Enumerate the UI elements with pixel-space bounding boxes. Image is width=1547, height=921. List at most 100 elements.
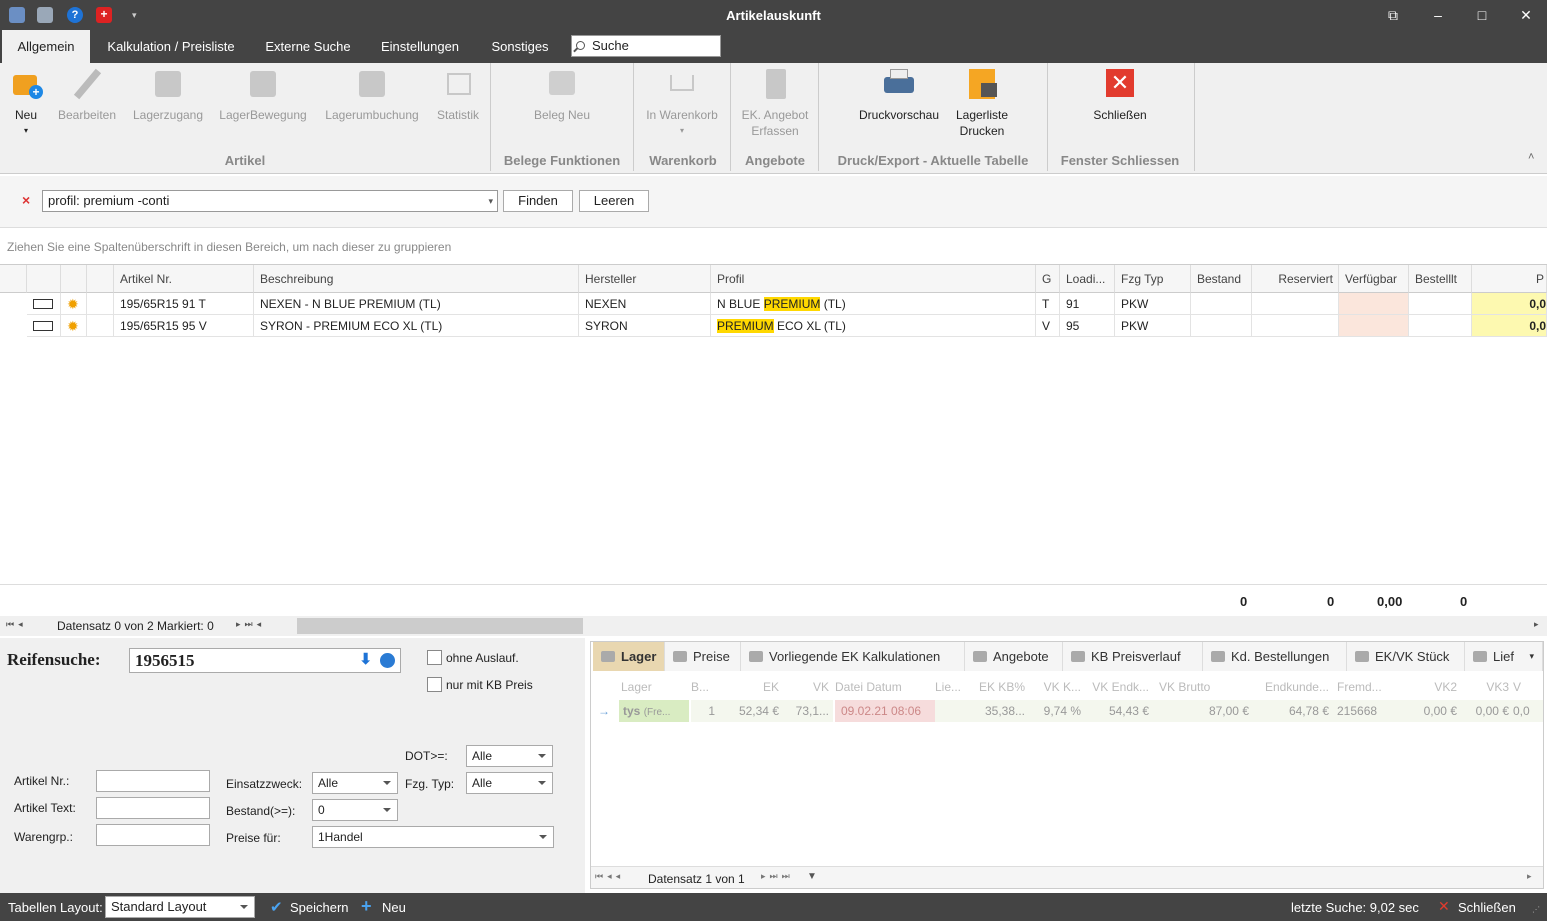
col-verfuegbar[interactable]: Verfügbar (1339, 265, 1409, 293)
lagerzugang-button[interactable]: Lagerzugang (128, 67, 208, 123)
nur-kb-preis-checkbox[interactable] (427, 677, 442, 692)
article-grid: Artikel Nr. Beschreibung Hersteller Prof… (0, 264, 1547, 584)
reifensuche-input[interactable]: 1956515 ⬇ (129, 648, 401, 673)
tab-ek-kalkulationen[interactable]: Vorliegende EK Kalkulationen (741, 642, 965, 671)
einsatzzweck-select[interactable]: Alle (312, 772, 398, 794)
col-fzg-typ[interactable]: Fzg Typ (1115, 265, 1191, 293)
dot-select[interactable]: Alle (466, 745, 553, 767)
clear-filter-icon[interactable]: × (22, 192, 30, 208)
fzg-typ-select[interactable]: Alle (466, 772, 553, 794)
subcol-b[interactable]: B... (691, 674, 719, 700)
lagerliste-drucken-button[interactable]: Lagerliste Drucken (944, 67, 1020, 139)
col-load[interactable]: Loadi... (1060, 265, 1115, 293)
tab-angebote[interactable]: Angebote (965, 642, 1063, 671)
subcol-datum[interactable]: Datei Datum (835, 674, 935, 700)
speichern-button[interactable]: Speichern (290, 900, 349, 915)
tab-lief[interactable]: Lief ▾ (1465, 642, 1543, 671)
subcol-vk[interactable]: VK (783, 674, 833, 700)
subcol-endkunde[interactable]: Endkunde... (1253, 674, 1333, 700)
globe-icon[interactable] (380, 653, 395, 668)
in-warenkorb-button[interactable]: In Warenkorb ▾ (638, 67, 726, 139)
tab-externe-suche[interactable]: Externe Suche (256, 30, 360, 63)
schliessen-button[interactable]: ✕ Schließen (1086, 67, 1154, 123)
tab-ek-vk-stueck[interactable]: EK/VK Stück (1347, 642, 1465, 671)
filter-icon[interactable]: ▼ (807, 871, 817, 882)
nav-first-prev-icons[interactable]: ⏮◂ (6, 619, 27, 630)
scroll-right-icon[interactable]: ▸ (1527, 871, 1532, 882)
subcol-lager[interactable]: Lager (621, 674, 689, 700)
subcol-v[interactable]: V (1513, 674, 1543, 700)
statistik-button[interactable]: Statistik (432, 67, 484, 123)
neu-layout-button[interactable]: Neu (382, 900, 406, 915)
col-beschreibung[interactable]: Beschreibung (254, 265, 579, 293)
tab-kb-preisverlauf[interactable]: KB Preisverlauf (1063, 642, 1203, 671)
filter-dropdown-icon[interactable]: ▾ (488, 191, 493, 211)
arrow-down-icon[interactable]: ⬇ (359, 649, 372, 672)
ribbon-search-input[interactable]: Suche (571, 35, 721, 57)
nav-next-last-icons[interactable]: ▸⏭◂ (236, 619, 265, 630)
restore-layout-icon[interactable]: ⧉ (1378, 4, 1408, 26)
artikel-nr-input[interactable] (96, 770, 210, 792)
tab-preise[interactable]: Preise (665, 642, 741, 671)
tab-sonstiges[interactable]: Sonstiges (480, 30, 560, 63)
row-checkbox[interactable] (27, 293, 61, 315)
tab-allgemein[interactable]: Allgemein (2, 30, 90, 63)
warengrp-input[interactable] (96, 824, 210, 846)
tab-overflow-icon[interactable]: ▾ (1529, 642, 1534, 671)
chart-icon (1071, 651, 1085, 662)
col-bestellt[interactable]: Bestelllt (1409, 265, 1472, 293)
close-window-button[interactable]: ✕ (1511, 4, 1541, 26)
col-g[interactable]: G (1036, 265, 1060, 293)
lagerbewegung-button[interactable]: LagerBewegung (214, 67, 312, 123)
tab-kalkulation[interactable]: Kalkulation / Preisliste (96, 30, 246, 63)
col-preis[interactable]: P (1472, 265, 1547, 293)
artikel-text-input[interactable] (96, 797, 210, 819)
subcol-fremd[interactable]: Fremd... (1333, 674, 1411, 700)
resize-grip-icon[interactable]: ⋰ (1532, 905, 1540, 914)
subcol-vkk[interactable]: VK K... (1029, 674, 1085, 700)
neu-button[interactable]: + Neu ▾ (6, 67, 46, 139)
cell-profil: PREMIUM ECO XL (TL) (711, 315, 1036, 337)
subcol-ek[interactable]: EK (719, 674, 783, 700)
grid-navigator: ⏮◂ Datensatz 0 von 2 Markiert: 0 ▸⏭◂ ▸ (0, 616, 1547, 636)
schliessen-status-button[interactable]: Schließen (1458, 900, 1516, 915)
subcol-vk2[interactable]: VK2 (1411, 674, 1461, 700)
row-checkbox[interactable] (27, 315, 61, 337)
beleg-neu-button[interactable]: Beleg Neu (524, 67, 600, 123)
tab-einstellungen[interactable]: Einstellungen (372, 30, 468, 63)
ohne-auslauf-checkbox[interactable] (427, 650, 442, 665)
maximize-button[interactable]: □ (1467, 4, 1497, 26)
nav-next-last-icons[interactable]: ▸⏭⏭ (761, 871, 794, 882)
leeren-button[interactable]: Leeren (579, 190, 649, 212)
bearbeiten-button[interactable]: Bearbeiten (52, 67, 122, 123)
subcol-lie[interactable]: Lie... (935, 674, 971, 700)
collapse-ribbon-icon[interactable]: ˄ (1528, 151, 1534, 163)
dot-label: DOT>=: (405, 749, 448, 763)
subcell-vkend: 54,43 € (1085, 700, 1153, 722)
scroll-right-icon[interactable]: ▸ (1534, 619, 1539, 630)
ek-angebot-button[interactable]: EK. Angebot Erfassen (736, 67, 814, 139)
subcol-vk3[interactable]: VK3 (1461, 674, 1513, 700)
subcol-vkbrutto[interactable]: VK Brutto (1153, 674, 1253, 700)
tab-kd-bestellungen[interactable]: Kd. Bestellungen (1203, 642, 1347, 671)
filter-input[interactable]: profil: premium -conti ▾ (42, 190, 498, 212)
druckvorschau-button[interactable]: Druckvorschau (852, 67, 946, 123)
nav-first-prev-icons[interactable]: ⏮◂◂ (595, 871, 624, 882)
lagerbewegung-icon (246, 67, 280, 101)
minimize-button[interactable]: – (1423, 4, 1453, 26)
col-hersteller[interactable]: Hersteller (579, 265, 711, 293)
subcol-vkend[interactable]: VK Endk... (1085, 674, 1153, 700)
lagerumbuchung-button[interactable]: Lagerumbuchung (318, 67, 426, 123)
layout-select[interactable]: Standard Layout (105, 896, 255, 918)
col-profil[interactable]: Profil (711, 265, 1036, 293)
subcol-ekkb[interactable]: EK KB% (971, 674, 1029, 700)
lagerliste-icon (965, 67, 999, 101)
preise-fuer-select[interactable]: 1Handel (312, 826, 554, 848)
col-artikel-nr[interactable]: Artikel Nr. (114, 265, 254, 293)
col-reserviert[interactable]: Reserviert (1252, 265, 1339, 293)
bestand-select[interactable]: 0 (312, 799, 398, 821)
horizontal-scrollbar-thumb[interactable] (297, 618, 583, 634)
tab-lager[interactable]: Lager (593, 642, 665, 671)
col-bestand[interactable]: Bestand (1191, 265, 1252, 293)
finden-button[interactable]: Finden (503, 190, 573, 212)
